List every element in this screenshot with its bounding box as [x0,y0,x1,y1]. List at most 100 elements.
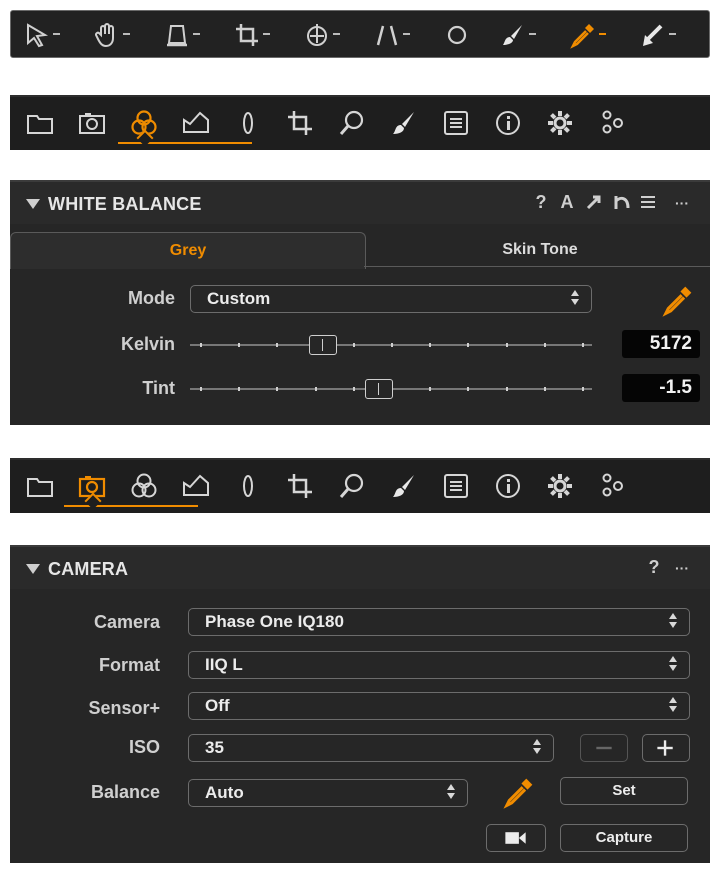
tab-capture[interactable] [76,107,108,139]
info-icon [496,474,520,498]
tab-color[interactable] [128,470,160,502]
tab-details[interactable] [336,470,368,502]
auto-icon[interactable]: A [559,192,575,214]
slider-tick [467,387,470,391]
tab-info[interactable] [492,470,524,502]
kelvin-slider[interactable] [190,335,592,355]
gears-settings-icon [602,110,623,134]
panel-header[interactable]: CAMERA ? ··· [10,547,710,589]
tab-exposure[interactable] [180,107,212,139]
help-icon[interactable]: ? [533,192,549,214]
mode-select[interactable]: Custom [190,285,592,313]
folder-icon [27,115,53,134]
sensor-plus-select[interactable]: Off [188,692,690,720]
copy-apply-icon[interactable] [584,192,604,214]
rotate-icon [307,24,327,46]
slider-tick [314,387,317,391]
slider-tick [276,343,279,347]
format-select[interactable]: IIQ L [188,651,690,679]
magnifier-icon [339,473,364,498]
tab-metadata[interactable] [440,107,472,139]
slider-tick [238,387,241,391]
tab-exposure[interactable] [180,470,212,502]
format-label: Format [98,655,160,675]
slider-tick [276,387,279,391]
active-tab-underline [118,142,252,144]
tab-lens[interactable] [232,107,264,139]
white-balance-panel: WHITE BALANCE ? A ··· Grey Skin Tone Mod… [10,180,710,425]
tab-crop[interactable] [284,107,316,139]
tab-output[interactable] [544,470,576,502]
slider-tick [352,387,355,391]
iso-value: 35 [205,738,224,757]
rotate-tool-button[interactable] [303,19,340,51]
balance-picker-icon[interactable] [502,775,536,809]
tab-divider [364,266,710,267]
mode-value: Custom [207,289,271,308]
tab-local-adjustments[interactable] [388,107,420,139]
more-options-icon[interactable]: ··· [670,195,694,217]
collapse-triangle-icon[interactable] [26,564,40,574]
tab-local-adjustments[interactable] [388,470,420,502]
select-tool-button[interactable] [23,19,60,51]
tab-grey[interactable]: Grey [10,232,366,269]
live-view-button[interactable] [486,824,546,852]
iso-decrease-button[interactable] [580,734,628,762]
tint-value-field[interactable]: -1.5 [622,374,700,402]
tab-metadata[interactable] [440,470,472,502]
white-balance-picker-icon[interactable] [661,283,695,317]
tab-settings[interactable] [596,470,628,502]
tab-details[interactable] [336,107,368,139]
circle-icon [447,25,467,45]
tab-crop[interactable] [284,470,316,502]
pan-tool-button[interactable] [93,19,130,51]
camera-select[interactable]: Phase One IQ180 [188,608,690,636]
reset-icon[interactable] [612,192,632,214]
tab-skin-tone[interactable]: Skin Tone [370,232,710,268]
kelvin-slider-thumb[interactable] [308,335,337,355]
set-button[interactable]: Set [560,777,688,805]
tint-slider-thumb[interactable] [364,379,393,399]
lens-icon [243,475,253,497]
balance-select[interactable]: Auto [188,779,468,807]
tool-tabs-bar [10,458,710,513]
collapse-triangle-icon[interactable] [26,199,40,209]
tab-library[interactable] [24,107,56,139]
more-options-icon[interactable]: ··· [670,560,694,582]
tint-slider[interactable] [190,379,592,399]
iso-select[interactable]: 35 [188,734,554,762]
select-arrows-icon [533,739,541,754]
kelvin-value-field[interactable]: 5172 [622,330,700,358]
color-picker-tool-button[interactable] [569,19,606,51]
tab-output[interactable] [544,107,576,139]
tab-lens[interactable] [232,470,264,502]
gears-settings-icon [602,473,623,497]
folder-icon [27,478,53,497]
gear-icon [548,474,572,498]
slider-tick [238,343,241,347]
balance-label: Balance [90,782,160,802]
camera-panel: CAMERA ? ··· Camera Phase One IQ180 Form… [10,545,710,863]
panel-header[interactable]: WHITE BALANCE ? A ··· [10,182,710,224]
capture-button[interactable]: Capture [560,824,688,852]
list-icon [444,474,468,498]
slider-tick [429,387,432,391]
tab-library[interactable] [24,470,56,502]
crop-icon [288,474,312,498]
presets-menu-icon[interactable] [638,192,658,214]
keystone-tool-button[interactable] [373,19,410,51]
brush-icon [503,25,522,45]
annotate-tool-button[interactable] [639,19,676,51]
help-icon[interactable]: ? [646,557,662,579]
camera-label: Camera [93,612,160,632]
brush-tool-button[interactable] [499,19,536,51]
slider-tick [429,343,432,347]
loupe-tool-button[interactable] [163,19,200,51]
exposure-icon [183,111,209,133]
tab-info[interactable] [492,107,524,139]
crop-tool-button[interactable] [233,19,270,51]
tab-settings[interactable] [596,107,628,139]
spot-removal-tool-button[interactable] [443,19,471,51]
iso-increase-button[interactable] [642,734,690,762]
crop-icon [236,24,258,46]
